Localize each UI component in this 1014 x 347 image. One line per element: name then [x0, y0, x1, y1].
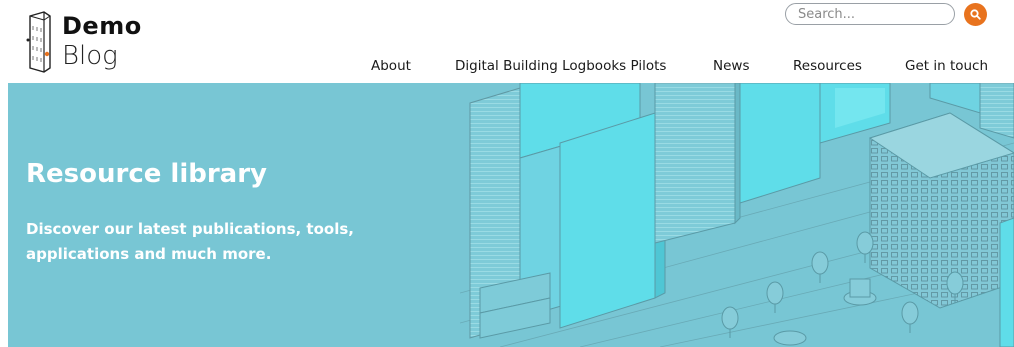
- search-icon: [970, 9, 981, 20]
- hero-banner: Resource library Discover our latest pub…: [8, 83, 1014, 347]
- hero-title: Resource library: [26, 159, 267, 189]
- nav-get-in-touch[interactable]: Get in touch: [905, 58, 988, 76]
- search-button[interactable]: [964, 3, 987, 26]
- nav-digital-building-logbooks-pilots[interactable]: Digital Building Logbooks Pilots: [455, 58, 666, 76]
- nav-about[interactable]: About: [371, 58, 411, 76]
- logo-text-blog: Blog: [62, 41, 118, 71]
- nav-news[interactable]: News: [713, 58, 749, 76]
- search-input[interactable]: [785, 3, 955, 25]
- site-header: Demo Blog About Digital Building Logbook…: [0, 0, 1014, 82]
- logo-text-demo: Demo: [62, 12, 142, 40]
- building-logo-icon: [26, 11, 51, 73]
- hero-subtitle-line1: Discover our latest publications, tools,: [26, 220, 354, 238]
- isometric-city-illustration: [460, 83, 1014, 347]
- hero-subtitle: Discover our latest publications, tools,…: [26, 217, 386, 267]
- nav-resources[interactable]: Resources: [793, 58, 862, 76]
- hero-subtitle-line2: applications and much more.: [26, 245, 272, 263]
- site-logo[interactable]: Demo Blog: [24, 10, 154, 76]
